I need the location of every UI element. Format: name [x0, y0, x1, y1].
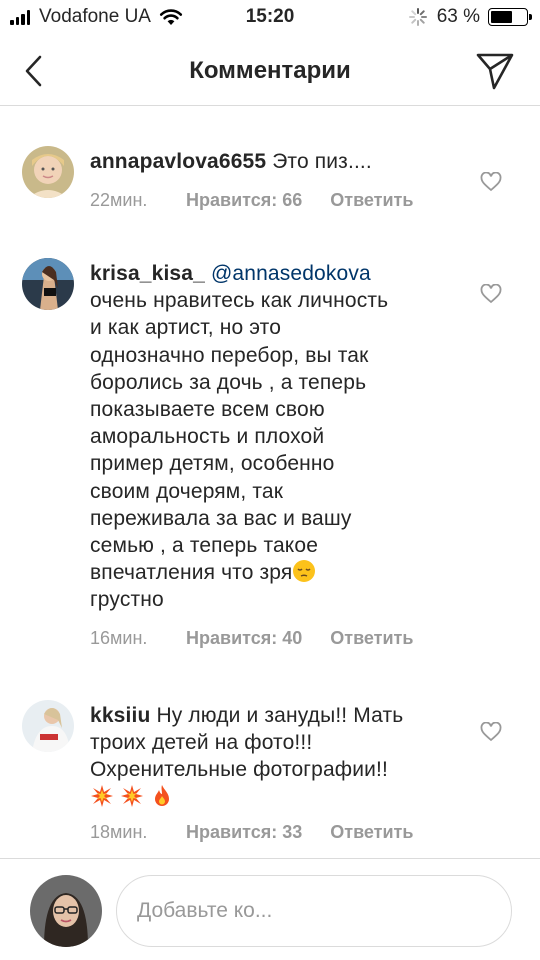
- comment-line: аморальность и плохой: [90, 425, 325, 449]
- status-bar: Vodafone UA 15:20 63 %: [0, 0, 540, 36]
- comment-line: троих детей на фото!!!: [90, 731, 313, 755]
- comment-time: 22мин.: [90, 190, 148, 210]
- comment-meta: 18мин. Нравится: 33 Ответить: [90, 822, 413, 843]
- comment-likes[interactable]: Нравится: 40: [186, 628, 302, 649]
- avatar[interactable]: [22, 258, 74, 310]
- comment-meta: 22мин. Нравится: 66 Ответить: [90, 190, 413, 211]
- comment-line: Охренительные фотографии!!: [90, 758, 388, 782]
- comment-text: krisa_kisa_ @annasedokova очень нравитесь…: [90, 260, 460, 614]
- avatar[interactable]: [22, 146, 74, 198]
- comment-content: Это пиз....: [272, 150, 372, 173]
- battery-level: [491, 11, 513, 23]
- heart-icon[interactable]: [480, 172, 502, 192]
- comment-line: переживала за вас и вашу: [90, 506, 352, 530]
- battery-percent: 63 %: [436, 6, 480, 27]
- comment-line: однозначно перебор, вы так: [90, 343, 369, 367]
- comment-line: грустно: [90, 588, 164, 612]
- comment-line: боролись за дочь , а теперь: [90, 370, 367, 394]
- comment-line: и как артист, но это: [90, 316, 282, 340]
- comment-line: очень нравитесь как личность: [90, 289, 389, 313]
- comment-text: kksiiu Ну люди и зануды!! Мать троих дете…: [90, 702, 460, 811]
- nav-bar: Комментарии: [0, 36, 540, 106]
- comment-time: 16мин.: [90, 628, 148, 648]
- comment-username[interactable]: annapavlova6655: [90, 150, 266, 173]
- reply-button[interactable]: Ответить: [330, 190, 413, 211]
- collision-emoji-icon: [91, 784, 113, 807]
- comment-text: annapavlova6655 Это пиз....: [90, 148, 460, 175]
- comment-likes[interactable]: Нравится: 66: [186, 190, 302, 211]
- status-right: 63 %: [408, 6, 532, 28]
- comment-line: Ну люди и зануды!! Мать: [156, 704, 404, 727]
- heart-icon[interactable]: [480, 284, 502, 304]
- avatar: [30, 875, 102, 947]
- comment-composer: [0, 858, 540, 960]
- comment-time: 18мин.: [90, 822, 148, 842]
- comment-meta: 16мин. Нравится: 40 Ответить: [90, 628, 413, 649]
- fire-emoji-icon: [155, 784, 169, 806]
- comment-line: пример детям, особенно: [90, 452, 335, 476]
- mention-link[interactable]: @annasedokova: [211, 262, 371, 285]
- pensive-face-emoji-icon: [293, 560, 316, 583]
- page-title: Комментарии: [189, 57, 351, 84]
- heart-icon[interactable]: [480, 722, 502, 742]
- reply-button[interactable]: Ответить: [330, 822, 413, 843]
- collision-emoji-icon: [121, 784, 143, 807]
- paper-plane-icon[interactable]: [474, 50, 516, 92]
- comment-username[interactable]: krisa_kisa_: [90, 262, 205, 285]
- comment-line: впечатления что зря: [90, 561, 293, 585]
- comment-line: семью , а теперь такое: [90, 534, 319, 558]
- comment-input[interactable]: [116, 875, 512, 947]
- comment-likes[interactable]: Нравится: 33: [186, 822, 302, 843]
- avatar[interactable]: [22, 700, 74, 752]
- reply-button[interactable]: Ответить: [330, 628, 413, 649]
- comment-username[interactable]: kksiiu: [90, 704, 150, 727]
- comment-line: показываете всем свою: [90, 398, 325, 422]
- comment-line: своим дочерям, так: [90, 479, 284, 503]
- battery-icon: [488, 8, 532, 26]
- activity-spinner-icon: [408, 8, 427, 26]
